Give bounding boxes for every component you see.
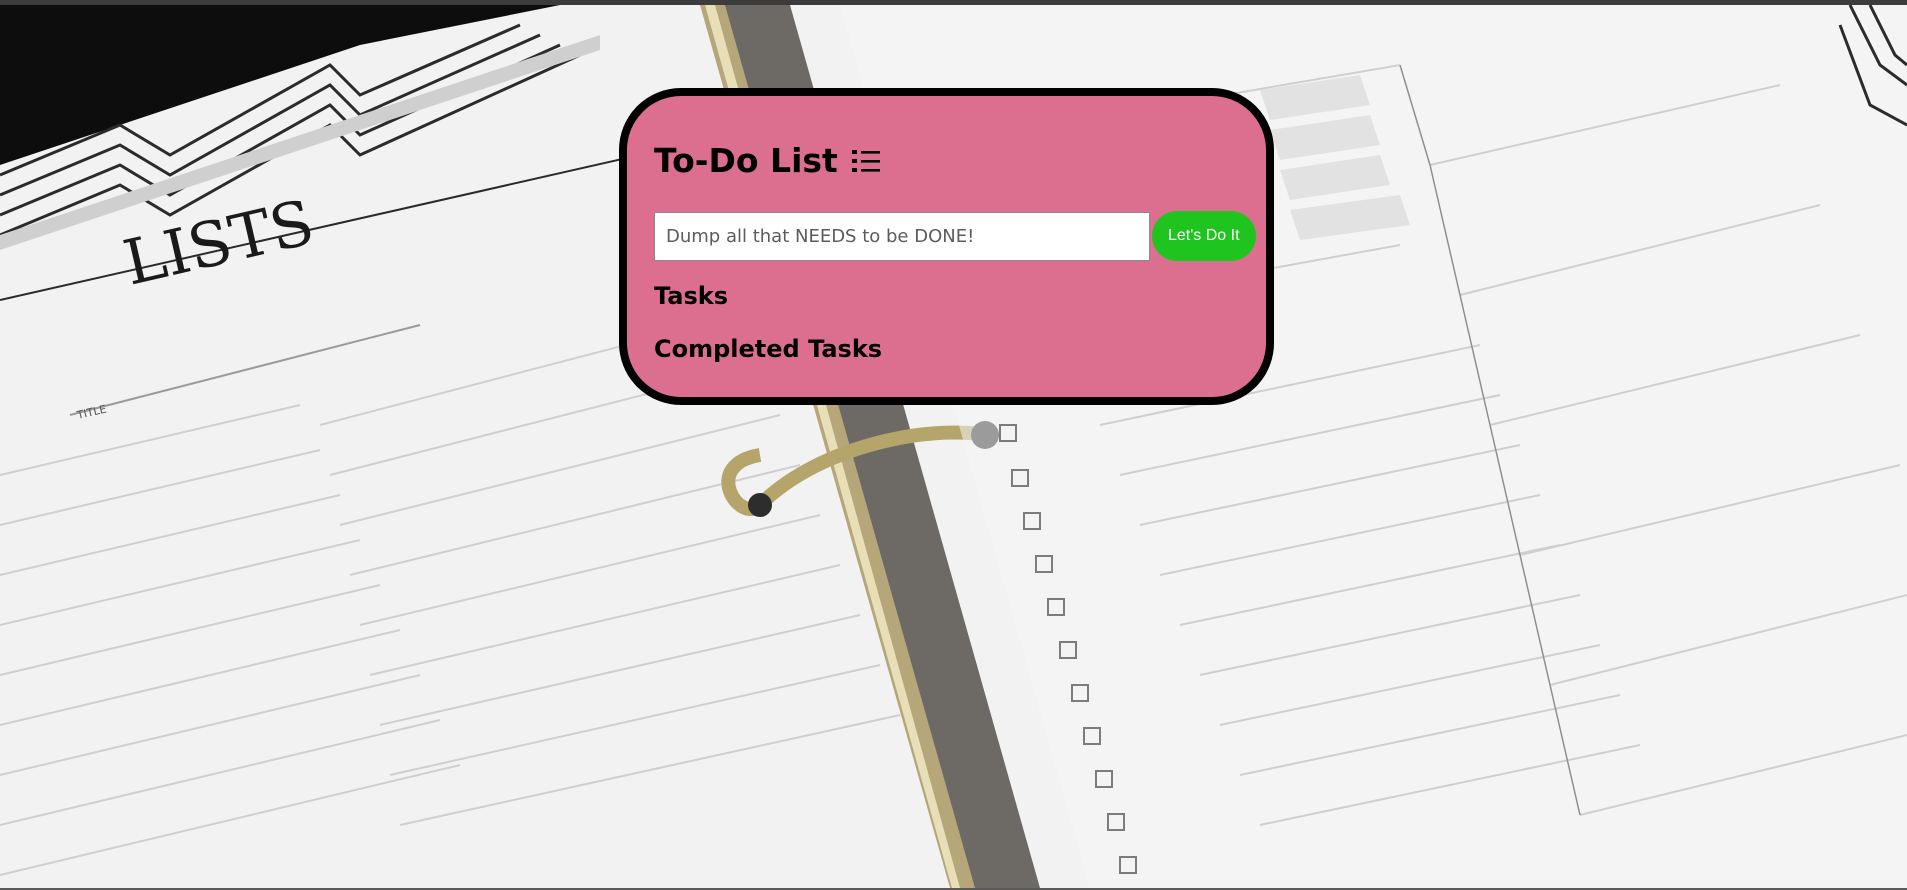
task-input[interactable] bbox=[654, 211, 1150, 261]
add-task-row: Let's Do It bbox=[654, 211, 1256, 261]
page-title: To-Do List bbox=[654, 141, 880, 180]
todo-card: To-Do List Let's Do It Tasks Completed T… bbox=[619, 88, 1274, 405]
lets-do-it-button[interactable]: Let's Do It bbox=[1152, 211, 1256, 261]
completed-tasks-heading: Completed Tasks bbox=[654, 335, 883, 363]
list-icon bbox=[851, 149, 880, 172]
tasks-heading: Tasks bbox=[654, 282, 729, 310]
app-window: LISTS TITLE To-Do List Let's Do It Tasks… bbox=[0, 0, 1907, 890]
page-title-text: To-Do List bbox=[654, 141, 838, 180]
